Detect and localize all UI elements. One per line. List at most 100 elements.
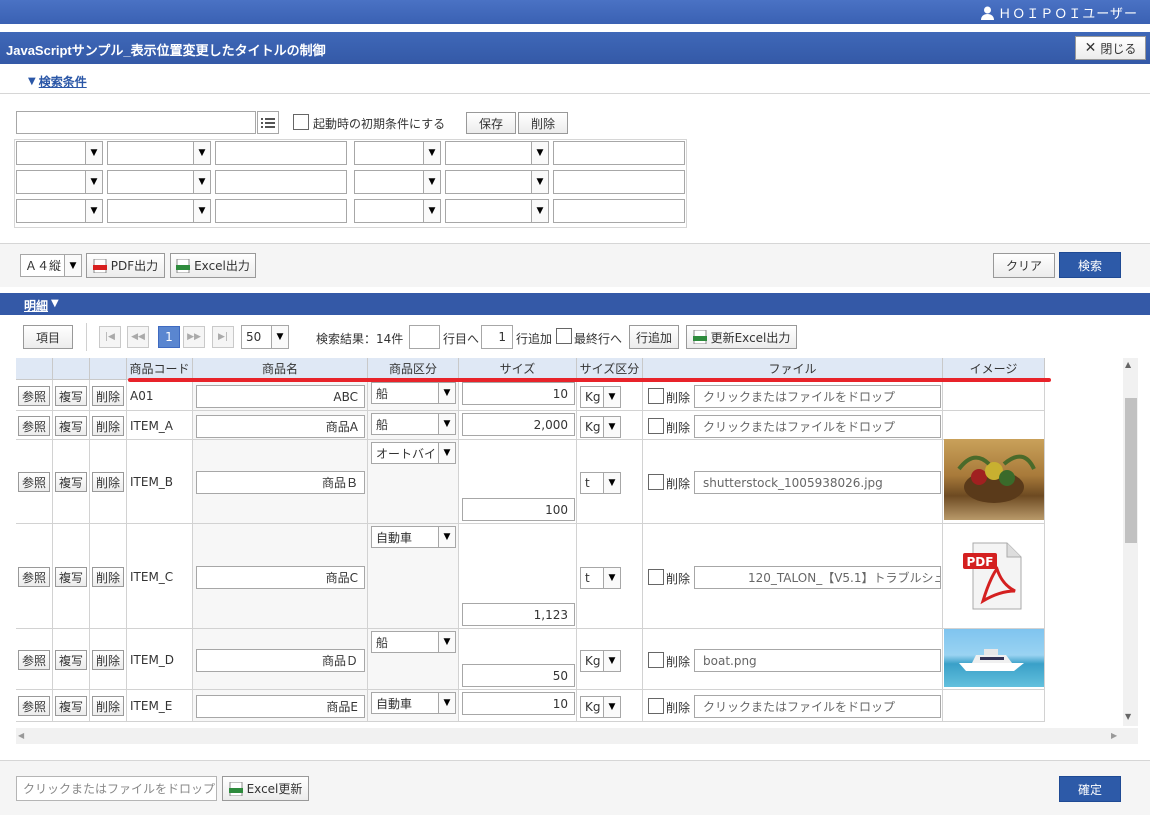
delete-row-button[interactable]: 削除 xyxy=(92,416,124,436)
default-condition-checkbox[interactable] xyxy=(293,114,309,130)
size-input[interactable]: 1,123 xyxy=(462,603,575,626)
size-input[interactable]: 10 xyxy=(462,382,575,405)
copy-row-button[interactable]: 複写 xyxy=(55,416,87,436)
condition-operator-select[interactable]: ▼ xyxy=(445,170,549,194)
condition-value-input[interactable] xyxy=(553,141,685,165)
column-header-image[interactable]: イメージ xyxy=(943,358,1045,380)
condition-value-input[interactable] xyxy=(215,141,347,165)
product-name-input[interactable]: 商品Ｄ xyxy=(196,649,365,672)
update-excel-export-button[interactable]: 更新Excel出力 xyxy=(686,325,797,349)
file-drop-input[interactable]: クリックまたはファイルをドロップ xyxy=(694,415,941,438)
goto-row-input[interactable] xyxy=(409,325,440,349)
reference-button[interactable]: 参照 xyxy=(18,696,50,716)
size-unit-select[interactable]: t ▼ xyxy=(580,472,621,494)
copy-row-button[interactable]: 複写 xyxy=(55,472,87,492)
delete-row-button[interactable]: 削除 xyxy=(92,386,124,406)
product-category-select[interactable]: 自動車 ▼ xyxy=(371,692,456,714)
size-unit-select[interactable]: t ▼ xyxy=(580,567,621,589)
condition-field-select[interactable]: ▼ xyxy=(354,141,441,165)
excel-export-button[interactable]: Excel出力 xyxy=(170,253,256,278)
delete-row-button[interactable]: 削除 xyxy=(92,567,124,587)
pdf-export-button[interactable]: PDF出力 xyxy=(86,253,165,278)
last-row-checkbox[interactable] xyxy=(556,328,572,344)
condition-field-select[interactable]: ▼ xyxy=(16,199,103,223)
condition-operator-select[interactable]: ▼ xyxy=(445,199,549,223)
condition-operator-select[interactable]: ▼ xyxy=(107,170,211,194)
condition-field-select[interactable]: ▼ xyxy=(16,141,103,165)
condition-name-input[interactable] xyxy=(16,111,256,134)
file-delete-checkbox[interactable] xyxy=(648,569,664,585)
next-page-button[interactable]: ▶▶ xyxy=(183,326,205,348)
file-delete-checkbox[interactable] xyxy=(648,474,664,490)
condition-field-select[interactable]: ▼ xyxy=(354,170,441,194)
prev-page-button[interactable]: ◀◀ xyxy=(127,326,149,348)
size-unit-select[interactable]: Kg ▼ xyxy=(580,650,621,672)
size-unit-select[interactable]: Kg ▼ xyxy=(580,386,621,408)
condition-field-select[interactable]: ▼ xyxy=(16,170,103,194)
size-input[interactable]: 50 xyxy=(462,664,575,687)
size-unit-select[interactable]: Kg ▼ xyxy=(580,696,621,718)
scroll-left-icon[interactable]: ◀ xyxy=(18,731,24,740)
file-drop-input[interactable]: クリックまたはファイルをドロップ xyxy=(694,695,941,718)
add-rows-count-input[interactable]: 1 xyxy=(481,325,513,349)
paper-size-select[interactable]: Ａ４縦 ▼ xyxy=(20,254,82,277)
condition-value-input[interactable] xyxy=(215,170,347,194)
scroll-down-icon[interactable]: ▼ xyxy=(1125,712,1131,721)
reference-button[interactable]: 参照 xyxy=(18,416,50,436)
product-category-select[interactable]: オートバイ ▼ xyxy=(371,442,456,464)
column-header-unit[interactable]: サイズ区分 xyxy=(577,358,643,380)
copy-row-button[interactable]: 複写 xyxy=(55,567,87,587)
product-name-input[interactable]: 商品C xyxy=(196,566,365,589)
product-image-boat[interactable] xyxy=(944,629,1044,687)
reference-button[interactable]: 参照 xyxy=(18,567,50,587)
first-page-button[interactable]: |◀ xyxy=(99,326,121,348)
file-delete-checkbox[interactable] xyxy=(648,698,664,714)
product-category-select[interactable]: 船 ▼ xyxy=(371,631,456,653)
condition-field-select[interactable]: ▼ xyxy=(354,199,441,223)
product-name-input[interactable]: ABC xyxy=(196,385,365,408)
footer-file-drop-input[interactable]: クリックまたはファイルをドロップ xyxy=(16,776,217,801)
delete-row-button[interactable]: 削除 xyxy=(92,696,124,716)
column-header-category[interactable]: 商品区分 xyxy=(368,358,459,380)
add-row-button[interactable]: 行追加 xyxy=(629,325,679,349)
detail-section-bar[interactable]: 明細 ▼ xyxy=(0,293,1150,315)
product-category-select[interactable]: 自動車 ▼ xyxy=(371,526,456,548)
file-delete-checkbox[interactable] xyxy=(648,388,664,404)
size-input[interactable]: 10 xyxy=(462,692,575,715)
last-page-button[interactable]: ▶| xyxy=(212,326,234,348)
user-menu[interactable]: ＨＯＩＰＯＩユーザー xyxy=(981,3,1138,22)
product-category-select[interactable]: 船 ▼ xyxy=(371,382,456,404)
condition-operator-select[interactable]: ▼ xyxy=(107,141,211,165)
reference-button[interactable]: 参照 xyxy=(18,650,50,670)
page-number-button[interactable]: 1 xyxy=(158,326,180,348)
file-delete-checkbox[interactable] xyxy=(648,418,664,434)
column-header-size[interactable]: サイズ xyxy=(459,358,577,380)
page-size-select[interactable]: 50 ▼ xyxy=(241,325,289,349)
excel-update-button[interactable]: Excel更新 xyxy=(222,776,309,801)
product-name-input[interactable]: 商品E xyxy=(196,695,365,718)
scroll-right-icon[interactable]: ▶ xyxy=(1111,731,1117,740)
file-drop-input[interactable]: クリックまたはファイルをドロップ xyxy=(694,385,941,408)
product-name-input[interactable]: 商品A xyxy=(196,415,365,438)
file-drop-input[interactable]: 120_TALON_【V5.1】トラブルシュ xyxy=(694,566,941,589)
clear-button[interactable]: クリア xyxy=(993,253,1055,278)
save-condition-button[interactable]: 保存 xyxy=(466,112,516,134)
condition-list-button[interactable] xyxy=(257,111,279,134)
size-unit-select[interactable]: Kg ▼ xyxy=(580,416,621,438)
file-delete-checkbox[interactable] xyxy=(648,652,664,668)
column-header-code[interactable]: 商品コード xyxy=(127,358,193,380)
horizontal-scrollbar[interactable] xyxy=(16,728,1138,744)
file-drop-input[interactable]: boat.png xyxy=(694,649,941,672)
copy-row-button[interactable]: 複写 xyxy=(55,650,87,670)
reference-button[interactable]: 参照 xyxy=(18,386,50,406)
file-drop-input[interactable]: shutterstock_1005938026.jpg xyxy=(694,471,941,494)
condition-value-input[interactable] xyxy=(553,199,685,223)
pdf-document-icon[interactable]: PDF xyxy=(944,524,1044,627)
search-toggle[interactable]: ▼ 検索条件 xyxy=(28,73,87,90)
delete-row-button[interactable]: 削除 xyxy=(92,650,124,670)
delete-condition-button[interactable]: 削除 xyxy=(518,112,568,134)
condition-value-input[interactable] xyxy=(215,199,347,223)
condition-operator-select[interactable]: ▼ xyxy=(445,141,549,165)
column-header-file[interactable]: ファイル xyxy=(643,358,943,380)
confirm-button[interactable]: 確定 xyxy=(1059,776,1121,802)
